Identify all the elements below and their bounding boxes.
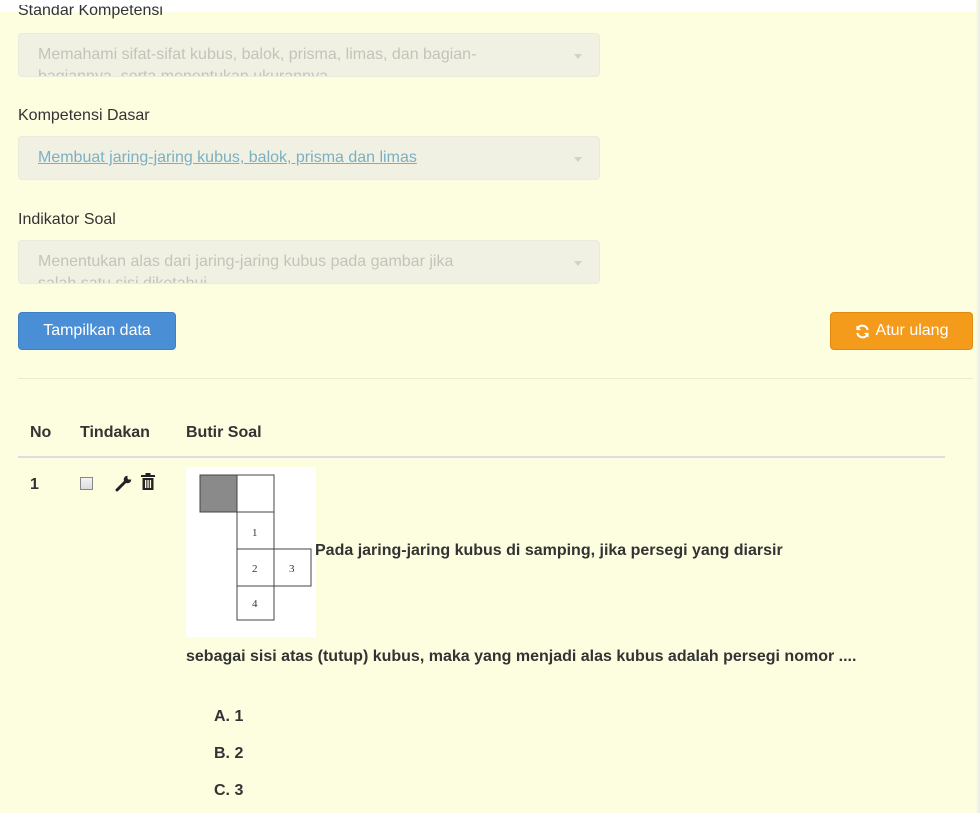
kompetensi-dasar-value: Membuat jaring-jaring kubus, balok, pris… <box>38 149 417 166</box>
refresh-icon <box>855 324 869 338</box>
header-no: No <box>30 424 52 441</box>
atur-ulang-label: Atur ulang <box>875 322 949 339</box>
net-label-3: 3 <box>289 563 295 575</box>
kompetensi-dasar-select[interactable]: Membuat jaring-jaring kubus, balok, pris… <box>18 136 600 180</box>
trash-icon[interactable] <box>140 473 156 491</box>
header-tindakan: Tindakan <box>80 424 150 441</box>
row-number: 1 <box>30 476 39 493</box>
indikator-soal-value-line2: salah satu sisi diketahui <box>38 275 207 284</box>
indikator-soal-select[interactable]: Menentukan alas dari jaring-jaring kubus… <box>18 240 600 284</box>
net-label-4: 4 <box>252 598 258 610</box>
caret-down-icon <box>574 261 582 266</box>
standar-kompetensi-value: Memahami sifat-sifat kubus, balok, prism… <box>38 46 477 63</box>
caret-down-icon <box>574 54 582 59</box>
divider <box>18 378 973 379</box>
header-butir-soal: Butir Soal <box>186 424 262 441</box>
kompetensi-dasar-label: Kompetensi Dasar <box>18 107 150 124</box>
indikator-soal-value: Menentukan alas dari jaring-jaring kubus… <box>38 253 454 270</box>
net-label-1: 1 <box>252 527 258 539</box>
cube-net-figure: 1 2 3 4 <box>186 467 316 637</box>
wrench-icon[interactable] <box>115 474 133 492</box>
option-b: B. 2 <box>214 745 244 762</box>
standar-kompetensi-select[interactable]: Memahami sifat-sifat kubus, balok, prism… <box>18 33 600 77</box>
option-c: C. 3 <box>214 782 244 799</box>
question-text-part2: sebagai sisi atas (tutup) kubus, maka ya… <box>186 648 857 665</box>
option-a: A. 1 <box>214 708 244 725</box>
window-edge <box>976 0 980 813</box>
table-header-border <box>18 456 945 458</box>
tampilkan-data-button[interactable]: Tampilkan data <box>18 312 176 350</box>
caret-down-icon <box>574 157 582 162</box>
standar-kompetensi-value-line2: bagiannya, serta menentukan ukurannya <box>38 68 328 77</box>
question-text-part1: Pada jaring-jaring kubus di samping, jik… <box>315 542 783 559</box>
atur-ulang-button[interactable]: Atur ulang <box>830 312 973 350</box>
row-select-checkbox[interactable] <box>80 477 93 490</box>
indikator-soal-label: Indikator Soal <box>18 211 116 228</box>
net-label-2: 2 <box>252 563 258 575</box>
tampilkan-data-label: Tampilkan data <box>43 322 151 339</box>
